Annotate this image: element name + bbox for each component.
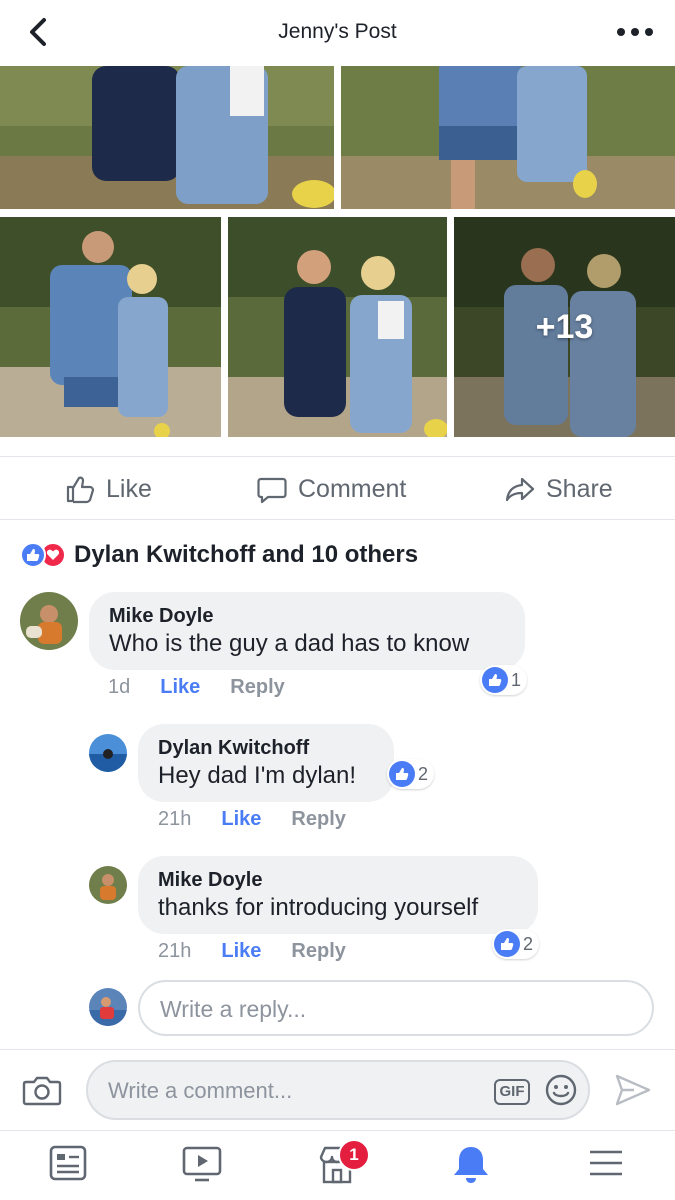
like-reaction-icon — [20, 542, 46, 568]
page-title: Jenny's Post — [278, 20, 397, 43]
avatar[interactable] — [89, 866, 127, 904]
post-photo-4[interactable] — [228, 217, 447, 437]
comment-like-button[interactable]: Like — [160, 676, 200, 699]
gif-button[interactable]: GIF — [494, 1079, 530, 1105]
reply-reaction-count[interactable]: 2 — [492, 929, 540, 959]
more-photos-count: +13 — [535, 307, 594, 346]
camera-button[interactable] — [22, 1072, 62, 1108]
comment-time: 1d — [108, 676, 131, 698]
comment-reply-button[interactable]: Reply — [230, 676, 284, 699]
share-button[interactable]: Share — [504, 471, 613, 507]
reply-like-button[interactable]: Like — [221, 940, 261, 963]
comment-meta: 1d Like Reply — [108, 676, 285, 699]
reply-bubble[interactable]: Dylan Kwitchoff Hey dad I'm dylan! — [138, 724, 394, 802]
comment-composer: Write a comment... GIF — [0, 1049, 675, 1129]
bell-icon — [454, 1147, 488, 1183]
reaction-count-value: 2 — [418, 763, 429, 784]
post-photo-3[interactable] — [0, 217, 221, 437]
reply-time: 21h — [158, 808, 192, 830]
comment-bubble[interactable]: Mike Doyle Who is the guy a dad has to k… — [89, 592, 525, 670]
tab-watch[interactable] — [181, 1143, 225, 1187]
comment-author[interactable]: Mike Doyle — [109, 604, 505, 628]
comment-button[interactable]: Comment — [256, 471, 406, 507]
reactions-summary[interactable]: Dylan Kwitchoff and 10 others — [20, 538, 418, 572]
post-detail-screen: Jenny's Post +13 Like Comment Share Dyla… — [0, 0, 675, 1200]
avatar[interactable] — [20, 592, 78, 650]
top-bar: Jenny's Post — [0, 0, 675, 66]
hamburger-menu-icon — [590, 1150, 622, 1176]
comment-button-label: Comment — [298, 474, 407, 503]
video-play-icon — [182, 1146, 222, 1182]
reply-reply-button[interactable]: Reply — [291, 940, 345, 963]
reply-like-button[interactable]: Like — [221, 808, 261, 831]
reply-text: Hey dad I'm dylan! — [158, 762, 357, 789]
reply-time: 21h — [158, 940, 192, 962]
thumbs-up-icon — [66, 476, 95, 504]
marketplace-notification-badge: 1 — [338, 1139, 370, 1171]
reply-meta: 21h Like Reply — [158, 940, 346, 963]
reaction-count-value: 2 — [523, 933, 534, 954]
camera-icon — [22, 1076, 62, 1106]
reply-bubble[interactable]: Mike Doyle thanks for introducing yourse… — [138, 856, 538, 934]
reaction-count-value: 1 — [511, 669, 522, 690]
like-button-label: Like — [106, 474, 152, 503]
tab-menu[interactable] — [586, 1143, 630, 1187]
reply-meta: 21h Like Reply — [158, 808, 346, 831]
my-avatar — [89, 988, 127, 1026]
tab-notifications[interactable] — [450, 1143, 494, 1187]
reply-reply-button[interactable]: Reply — [291, 808, 345, 831]
post-photo-1[interactable] — [0, 66, 334, 209]
share-button-label: Share — [546, 474, 613, 503]
reply-input[interactable]: Write a reply... — [138, 980, 654, 1036]
like-reaction-icon — [482, 667, 508, 693]
like-reaction-icon — [389, 761, 415, 787]
reply-text: thanks for introducing yourself — [158, 894, 479, 921]
like-button[interactable]: Like — [64, 471, 152, 507]
smiley-icon — [545, 1074, 577, 1106]
like-reaction-icon — [494, 931, 520, 957]
reactions-summary-text: Dylan Kwitchoff and 10 others — [74, 541, 419, 568]
post-photo-2[interactable] — [341, 66, 675, 209]
share-arrow-icon — [505, 477, 535, 502]
tab-news-feed[interactable] — [48, 1143, 92, 1187]
reply-author[interactable]: Mike Doyle — [158, 868, 518, 892]
bottom-tab-bar — [0, 1130, 675, 1200]
post-photo-5-more[interactable]: +13 — [454, 217, 675, 437]
ellipsis-icon — [617, 28, 653, 36]
emoji-button[interactable] — [544, 1073, 578, 1107]
reply-author[interactable]: Dylan Kwitchoff — [158, 736, 374, 760]
post-actions-bar: Like Comment Share — [0, 456, 675, 520]
comment-reaction-count[interactable]: 1 — [480, 665, 528, 695]
speech-bubble-icon — [257, 477, 287, 504]
avatar[interactable] — [89, 734, 127, 772]
reply-reaction-count[interactable]: 2 — [387, 759, 435, 789]
send-button[interactable] — [614, 1072, 652, 1108]
news-feed-icon — [49, 1145, 87, 1181]
comment-text: Who is the guy a dad has to know — [109, 630, 470, 657]
more-options-button[interactable] — [615, 20, 655, 44]
send-arrow-icon — [615, 1074, 651, 1106]
